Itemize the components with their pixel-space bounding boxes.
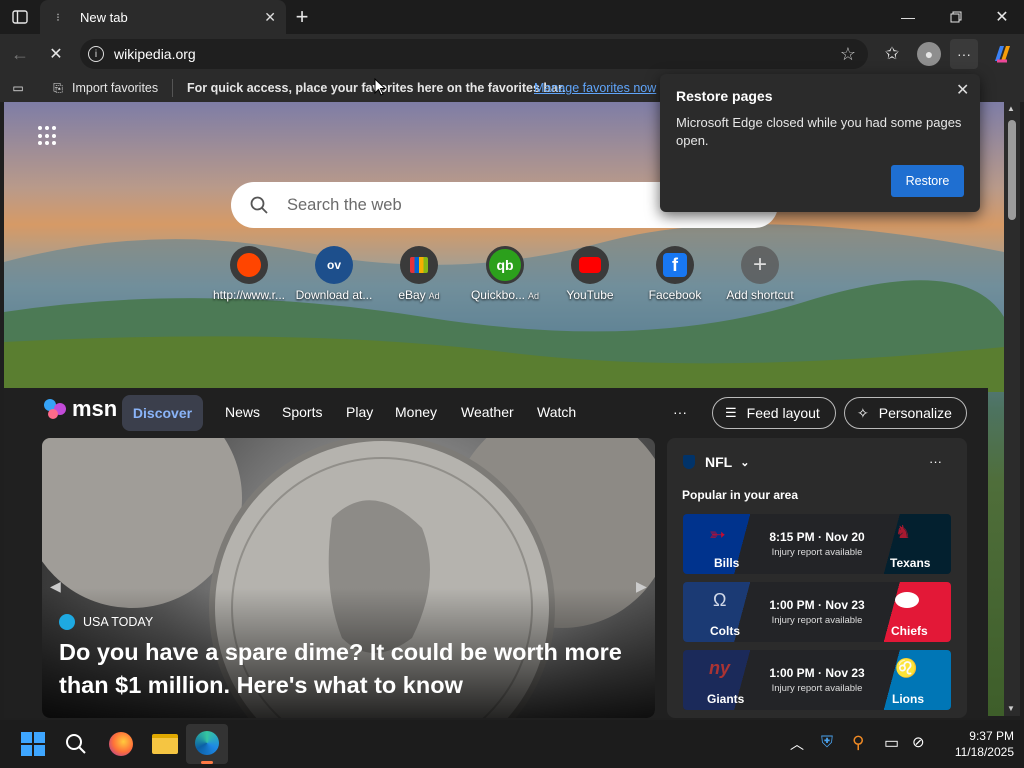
taskbar: ︿ ⛨ ⚲ ▭ ⊘ 9:37 PM 11/18/2025 <box>0 720 1024 768</box>
network-icon[interactable]: ⊘ <box>912 733 925 751</box>
shortcut-ebay[interactable]: eBay Ad <box>374 246 464 302</box>
clock[interactable]: 9:37 PM 11/18/2025 <box>938 728 1014 760</box>
add-shortcut-plus-icon: + <box>741 246 779 284</box>
dialog-title: Restore pages <box>676 88 773 104</box>
file-explorer-icon[interactable] <box>152 734 178 754</box>
edge-taskbar-icon[interactable] <box>186 724 228 764</box>
security-warning-icon[interactable]: ⛨ <box>821 734 833 752</box>
game-row[interactable]: ➳ ♞ 8:15 PM · Nov 20 Injury report availa… <box>683 514 951 574</box>
feed-layout-button[interactable]: ☰ Feed layout <box>712 397 836 429</box>
site-info-icon[interactable]: i <box>88 46 104 62</box>
chiefs-logo-icon <box>895 592 919 608</box>
game-row[interactable]: ny ♌ 1:00 PM · Nov 23 Injury report avail… <box>683 650 951 710</box>
youtube-icon <box>571 246 609 284</box>
minimize-icon[interactable]: — <box>896 7 920 27</box>
shortcut-facebook[interactable]: f Facebook <box>630 246 720 302</box>
nav-news[interactable]: News <box>225 404 260 420</box>
sliders-icon: ☰ <box>725 405 737 420</box>
download-site-icon: ov <box>315 246 353 284</box>
bills-logo-icon: ➳ <box>709 524 726 546</box>
show-hidden-icons-icon[interactable]: ︿ <box>790 734 804 754</box>
personalize-button[interactable]: ✧ Personalize <box>844 397 967 429</box>
close-window-icon[interactable]: ✕ <box>990 7 1014 27</box>
nfl-more-icon[interactable]: ··· <box>929 454 942 469</box>
manage-favorites-link[interactable]: Manage favorites now <box>534 81 656 95</box>
url-text: wikipedia.org <box>114 46 196 62</box>
new-tab-plus-icon[interactable]: + <box>290 4 314 29</box>
nfl-shield-icon <box>683 455 695 469</box>
nav-more-icon[interactable]: ··· <box>673 404 687 420</box>
nav-watch[interactable]: Watch <box>537 404 576 420</box>
firefox-icon[interactable] <box>109 732 133 756</box>
shortcut-download[interactable]: ov Download at... <box>289 246 379 302</box>
ebay-bag-icon <box>400 246 438 284</box>
msn-logo[interactable]: msn <box>44 396 117 422</box>
nav-weather[interactable]: Weather <box>461 404 514 420</box>
sparkle-icon: ✧ <box>857 404 869 421</box>
nav-sports[interactable]: Sports <box>282 404 322 420</box>
restore-pages-dialog: Restore pages Microsoft Edge closed whil… <box>660 74 980 212</box>
shortcut-add[interactable]: + Add shortcut <box>715 246 805 302</box>
next-arrow-icon[interactable]: ▶ <box>636 578 647 595</box>
mouse-cursor-icon <box>374 77 387 101</box>
quickbooks-icon: qb <box>486 246 524 284</box>
tab-title: New tab <box>80 9 128 25</box>
facebook-icon: f <box>656 246 694 284</box>
restore-icon[interactable] <box>944 7 968 27</box>
tab-close-icon[interactable]: ✕ <box>264 9 276 26</box>
import-icon: ⎘ <box>53 80 63 95</box>
display-icon[interactable]: ▭ <box>884 733 899 753</box>
dialog-close-icon[interactable]: ✕ <box>956 80 969 100</box>
key-search-icon[interactable]: ⚲ <box>852 733 864 753</box>
address-bar[interactable]: i wikipedia.org ☆ <box>80 39 868 69</box>
tab-new-tab[interactable]: ⁝ New tab ✕ <box>40 0 286 34</box>
divider <box>172 79 173 97</box>
favorite-star-icon[interactable]: ☆ <box>838 44 858 64</box>
windows-start-icon[interactable] <box>21 732 45 756</box>
shortcut-quickbooks[interactable]: qb Quickbo... Ad <box>460 246 550 302</box>
article-source: USA TODAY <box>59 614 153 630</box>
import-favorites-link[interactable]: Import favorites <box>72 81 158 95</box>
search-icon <box>249 195 269 215</box>
giants-logo-icon: ny <box>709 658 731 678</box>
nfl-header[interactable]: NFL ⌄ <box>683 454 749 470</box>
scroll-down-icon[interactable]: ▼ <box>1007 704 1015 713</box>
scroll-up-icon[interactable]: ▲ <box>1007 104 1015 113</box>
search-taskbar-icon[interactable] <box>64 732 88 761</box>
msn-butterfly-icon <box>44 397 68 421</box>
colts-logo-icon: Ω <box>713 590 727 610</box>
hero-article[interactable]: ◀ ▶ USA TODAY Do you have a spare dime? … <box>42 438 655 718</box>
profile-avatar[interactable]: ● <box>917 42 941 66</box>
game-row[interactable]: Ω 1:00 PM · Nov 23 Injury report availabl… <box>683 582 951 642</box>
favorites-bar-icon[interactable]: ▭ <box>10 80 26 96</box>
back-icon[interactable]: ← <box>8 42 32 66</box>
tab-actions-icon[interactable] <box>10 7 30 27</box>
scrollbar-thumb[interactable] <box>1008 120 1016 220</box>
title-bar: ⁝ New tab ✕ + — ✕ <box>0 0 1024 34</box>
apps-launcher-icon[interactable] <box>38 126 58 146</box>
search-placeholder: Search the web <box>287 195 402 214</box>
nav-play[interactable]: Play <box>346 404 373 420</box>
loading-icon: ⁝ <box>56 11 60 24</box>
lions-logo-icon: ♌ <box>895 658 918 678</box>
texans-logo-icon: ♞ <box>895 522 912 542</box>
usa-today-logo-icon <box>59 614 75 630</box>
settings-more-icon[interactable]: ··· <box>950 39 978 69</box>
nav-money[interactable]: Money <box>395 404 437 420</box>
restore-button[interactable]: Restore <box>891 165 964 197</box>
article-headline[interactable]: Do you have a spare dime? It could be wo… <box>59 636 639 702</box>
reddit-icon <box>230 246 268 284</box>
stop-loading-icon[interactable]: ✕ <box>44 42 68 66</box>
shortcut-youtube[interactable]: YouTube <box>545 246 635 302</box>
chevron-down-icon: ⌄ <box>740 456 750 469</box>
favorites-icon[interactable]: ✩ <box>880 42 904 66</box>
nav-discover[interactable]: Discover <box>122 395 203 431</box>
dialog-body: Microsoft Edge closed while you had some… <box>676 115 962 148</box>
prev-arrow-icon[interactable]: ◀ <box>50 578 61 595</box>
shortcut-reddit[interactable]: http://www.r... <box>204 246 294 302</box>
nfl-subtitle: Popular in your area <box>682 488 799 502</box>
copilot-icon[interactable] <box>989 41 1015 67</box>
